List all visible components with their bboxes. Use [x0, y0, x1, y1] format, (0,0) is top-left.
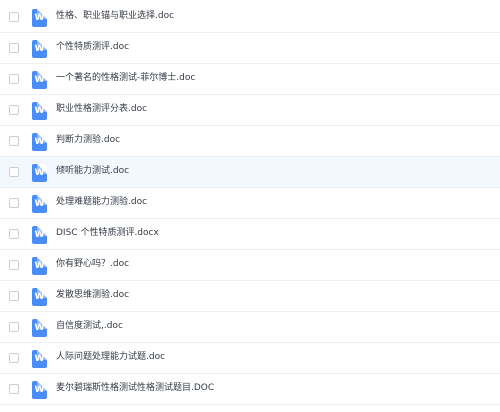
word-doc-icon: W [32, 102, 47, 120]
file-row[interactable]: W 麦尔碧瑞斯性格测试性格测试题目.DOC [0, 374, 500, 405]
word-doc-icon: W [32, 133, 47, 151]
file-name[interactable]: 你有野心吗？.doc [56, 258, 129, 271]
select-checkbox[interactable] [9, 353, 19, 363]
file-row[interactable]: W 自信度测试,.doc [0, 312, 500, 343]
select-checkbox[interactable] [9, 43, 19, 53]
file-list: W 性格、职业锚与职业选择.doc W 个性特质测评.doc W 一个著名的性格测试-菲尔… [0, 2, 500, 412]
file-row[interactable]: W 一个著名的性格测试-菲尔博士.doc [0, 64, 500, 95]
file-row[interactable]: W 倾听能力测试.doc [0, 157, 500, 188]
file-name[interactable]: 自信度测试,.doc [56, 320, 123, 333]
word-doc-icon: W [32, 350, 47, 368]
select-checkbox[interactable] [9, 105, 19, 115]
word-doc-icon: W [32, 40, 47, 58]
select-checkbox[interactable] [9, 384, 19, 394]
file-row[interactable]: W 性格、职业锚与职业选择.doc [0, 2, 500, 33]
select-checkbox[interactable] [9, 136, 19, 146]
file-row[interactable]: W 发散思维测验.doc [0, 281, 500, 312]
file-name[interactable]: 倾听能力测试.doc [56, 165, 129, 178]
file-row[interactable]: W 个性特质测评.doc [0, 33, 500, 64]
word-doc-icon: W [32, 257, 47, 275]
file-name[interactable]: 性格、职业锚与职业选择.doc [56, 10, 174, 23]
select-checkbox[interactable] [9, 322, 19, 332]
file-row[interactable]: W 判断力测验.doc [0, 126, 500, 157]
file-name[interactable]: 发散思维测验.doc [56, 289, 129, 302]
file-row[interactable]: W 职业性格测评分表.doc [0, 95, 500, 126]
select-checkbox[interactable] [9, 291, 19, 301]
file-row[interactable]: W 人际问题处理能力试题.doc [0, 343, 500, 374]
file-name[interactable]: 职业性格测评分表.doc [56, 103, 147, 116]
file-name[interactable]: 麦尔碧瑞斯性格测试性格测试题目.DOC [56, 382, 214, 395]
word-doc-icon: W [32, 71, 47, 89]
file-name[interactable]: 处理难题能力测验.doc [56, 196, 147, 209]
select-checkbox[interactable] [9, 74, 19, 84]
word-doc-icon: W [32, 288, 47, 306]
select-checkbox[interactable] [9, 12, 19, 22]
word-doc-icon: W [32, 226, 47, 244]
word-doc-icon: W [32, 164, 47, 182]
file-name[interactable]: 判断力测验.doc [56, 134, 120, 147]
word-doc-icon: W [32, 319, 47, 337]
word-doc-icon: W [32, 195, 47, 213]
file-name[interactable]: 个性特质测评.doc [56, 41, 129, 54]
select-checkbox[interactable] [9, 198, 19, 208]
select-checkbox[interactable] [9, 167, 19, 177]
file-name[interactable]: 人际问题处理能力试题.doc [56, 351, 165, 364]
select-checkbox[interactable] [9, 260, 19, 270]
word-doc-icon: W [32, 381, 47, 399]
file-name[interactable]: DISC 个性特质测评.docx [56, 227, 159, 240]
file-row[interactable]: W DISC 个性特质测评.docx [0, 219, 500, 250]
file-name[interactable]: 一个著名的性格测试-菲尔博士.doc [56, 72, 195, 85]
word-doc-icon: W [32, 9, 47, 27]
file-row[interactable]: W 你有野心吗？.doc [0, 250, 500, 281]
select-checkbox[interactable] [9, 229, 19, 239]
file-row[interactable]: W 处理难题能力测验.doc [0, 188, 500, 219]
